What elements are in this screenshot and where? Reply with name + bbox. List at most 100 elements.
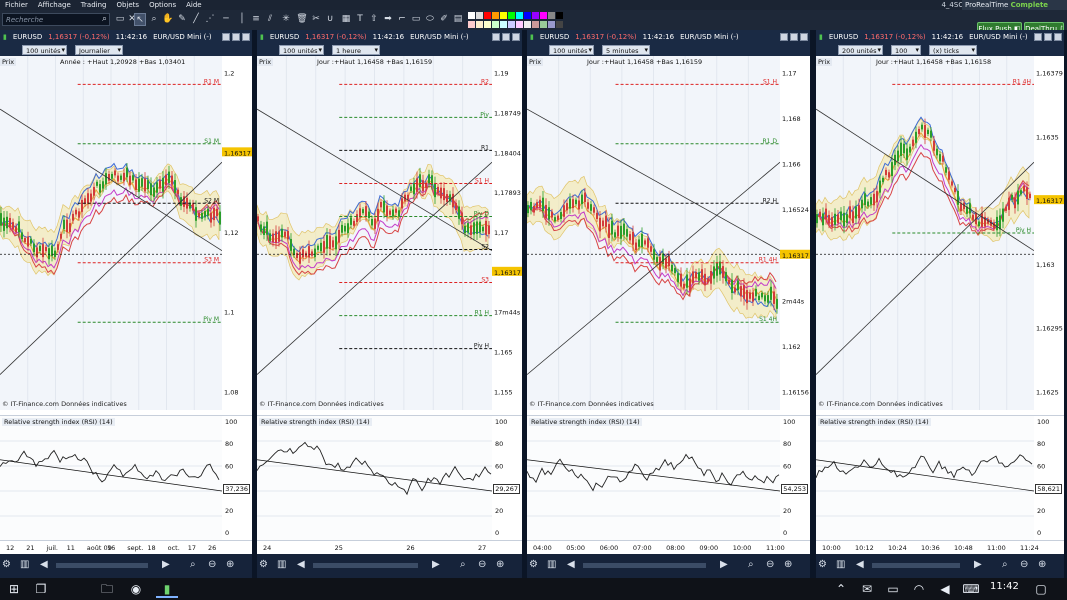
- dots-icon[interactable]: ⋰: [204, 13, 216, 26]
- chart-type-icon[interactable]: ▮: [530, 33, 534, 41]
- menu-objets[interactable]: Objets: [111, 1, 144, 9]
- line-icon[interactable]: ╱: [190, 13, 202, 26]
- menu-aide[interactable]: Aide: [181, 1, 206, 9]
- taskview-icon[interactable]: ❐: [30, 580, 52, 598]
- menu-fichier[interactable]: Fichier: [0, 1, 33, 9]
- units-select[interactable]: 200 unités: [838, 44, 883, 55]
- tools-icon[interactable]: ✂: [310, 13, 322, 26]
- chart-icon[interactable]: ▥: [547, 559, 556, 570]
- period-select[interactable]: 1 heure: [332, 44, 380, 55]
- chart-type-icon[interactable]: ▮: [260, 33, 264, 41]
- vline-icon[interactable]: │: [236, 13, 248, 26]
- bracket-icon[interactable]: ⌐: [396, 13, 408, 26]
- maximize-icon[interactable]: [502, 32, 510, 41]
- zoom-out-icon[interactable]: ⊖: [766, 559, 774, 570]
- search-icon[interactable]: ⌕: [102, 14, 107, 24]
- units-select[interactable]: 100 unités: [22, 44, 67, 55]
- prorealtime-icon[interactable]: ▮: [156, 580, 178, 598]
- scroll-left-icon[interactable]: ◀: [567, 559, 575, 570]
- zoom-icon[interactable]: ⌕: [148, 13, 160, 26]
- style-icon[interactable]: ▤: [452, 13, 464, 26]
- zoom-fit-icon[interactable]: ⌕: [460, 559, 466, 570]
- color-palette[interactable]: [468, 12, 563, 28]
- chart-icon[interactable]: ▥: [20, 559, 29, 570]
- zoom-in-icon[interactable]: ⊕: [226, 559, 234, 570]
- period-select[interactable]: (x) ticks: [929, 44, 977, 55]
- period-select[interactable]: Journalier: [75, 44, 123, 55]
- scrollbar[interactable]: [313, 563, 418, 568]
- scroll-left-icon[interactable]: ◀: [297, 559, 305, 570]
- close-icon[interactable]: [1054, 32, 1062, 41]
- scroll-right-icon[interactable]: ▶: [162, 559, 170, 570]
- scroll-right-icon[interactable]: ▶: [720, 559, 728, 570]
- wifi-icon[interactable]: ◠: [908, 580, 930, 598]
- settings-icon[interactable]: ⚙: [818, 559, 827, 570]
- settings-icon[interactable]: ⚙: [2, 559, 11, 570]
- search-input[interactable]: Recherche ⌕: [2, 13, 110, 26]
- chevron-up-icon[interactable]: ⌃: [830, 580, 852, 598]
- zoom-fit-icon[interactable]: ⌕: [1002, 559, 1008, 570]
- alert-icon[interactable]: ⇧: [368, 13, 380, 26]
- units-select[interactable]: 100 unités: [279, 44, 324, 55]
- scrollbar[interactable]: [872, 563, 960, 568]
- delete-icon[interactable]: 🗑: [296, 13, 308, 26]
- close-icon[interactable]: [242, 32, 250, 41]
- zoom-in-icon[interactable]: ⊕: [496, 559, 504, 570]
- zoom-out-icon[interactable]: ⊖: [208, 559, 216, 570]
- menu-options[interactable]: Options: [144, 1, 181, 9]
- minimize-icon[interactable]: [492, 32, 500, 41]
- menu-trading[interactable]: Trading: [76, 1, 112, 9]
- close-icon[interactable]: [800, 32, 808, 41]
- hline-icon[interactable]: ─: [220, 13, 232, 26]
- period-value-select[interactable]: 100: [891, 44, 921, 55]
- zoom-out-icon[interactable]: ⊖: [1020, 559, 1028, 570]
- cursor-icon[interactable]: ↖: [134, 13, 146, 26]
- grid-icon[interactable]: ▦: [340, 13, 352, 26]
- scrollbar[interactable]: [583, 563, 706, 568]
- zoom-out-icon[interactable]: ⊖: [478, 559, 486, 570]
- units-select[interactable]: 100 unités: [549, 44, 594, 55]
- minimize-icon[interactable]: [1034, 32, 1042, 41]
- pan-icon[interactable]: ✋: [162, 13, 174, 26]
- text-icon[interactable]: T: [354, 13, 366, 26]
- scrollbar[interactable]: [56, 563, 148, 568]
- zoom-in-icon[interactable]: ⊕: [784, 559, 792, 570]
- brush-icon[interactable]: ✐: [438, 13, 450, 26]
- scroll-right-icon[interactable]: ▶: [974, 559, 982, 570]
- minimize-icon[interactable]: [780, 32, 788, 41]
- period-select[interactable]: 5 minutes: [602, 44, 650, 55]
- zoom-fit-icon[interactable]: ⌕: [748, 559, 754, 570]
- fibo-icon[interactable]: ≡: [250, 13, 262, 26]
- magnet-icon[interactable]: ∪: [324, 13, 336, 26]
- windows-icon[interactable]: ⊞: [3, 580, 25, 598]
- settings-icon[interactable]: ⚙: [529, 559, 538, 570]
- settings-icon[interactable]: ⚙: [259, 559, 268, 570]
- scroll-left-icon[interactable]: ◀: [40, 559, 48, 570]
- app-tray-icon[interactable]: ✉: [856, 580, 878, 598]
- chart-type-icon[interactable]: ▮: [819, 33, 823, 41]
- chart-icon[interactable]: ▥: [836, 559, 845, 570]
- ellipse-icon[interactable]: ⬭: [424, 13, 436, 26]
- volume-icon[interactable]: ◀: [934, 580, 956, 598]
- maximize-icon[interactable]: [790, 32, 798, 41]
- maximize-icon[interactable]: [1044, 32, 1052, 41]
- chart-icon[interactable]: ▥: [277, 559, 286, 570]
- gann-icon[interactable]: ✳: [280, 13, 292, 26]
- scroll-right-icon[interactable]: ▶: [432, 559, 440, 570]
- notification-icon[interactable]: ▢: [1030, 580, 1052, 598]
- chrome-icon[interactable]: ◉: [125, 580, 147, 598]
- chart-type-icon[interactable]: ▮: [3, 33, 7, 41]
- rect-icon[interactable]: ▭: [410, 13, 422, 26]
- arrow-icon[interactable]: ➡: [382, 13, 394, 26]
- zoom-in-icon[interactable]: ⊕: [1038, 559, 1046, 570]
- zoom-fit-icon[interactable]: ⌕: [190, 559, 196, 570]
- close-icon[interactable]: [512, 32, 520, 41]
- folder-icon[interactable]: 🗀: [96, 580, 118, 598]
- minimize-icon[interactable]: [222, 32, 230, 41]
- battery-icon[interactable]: ▭: [882, 580, 904, 598]
- pencil-icon[interactable]: ✎: [176, 13, 188, 26]
- maximize-icon[interactable]: [232, 32, 240, 41]
- menu-affichage[interactable]: Affichage: [33, 1, 76, 9]
- folder-tool-icon[interactable]: ▭: [114, 13, 126, 26]
- scroll-left-icon[interactable]: ◀: [856, 559, 864, 570]
